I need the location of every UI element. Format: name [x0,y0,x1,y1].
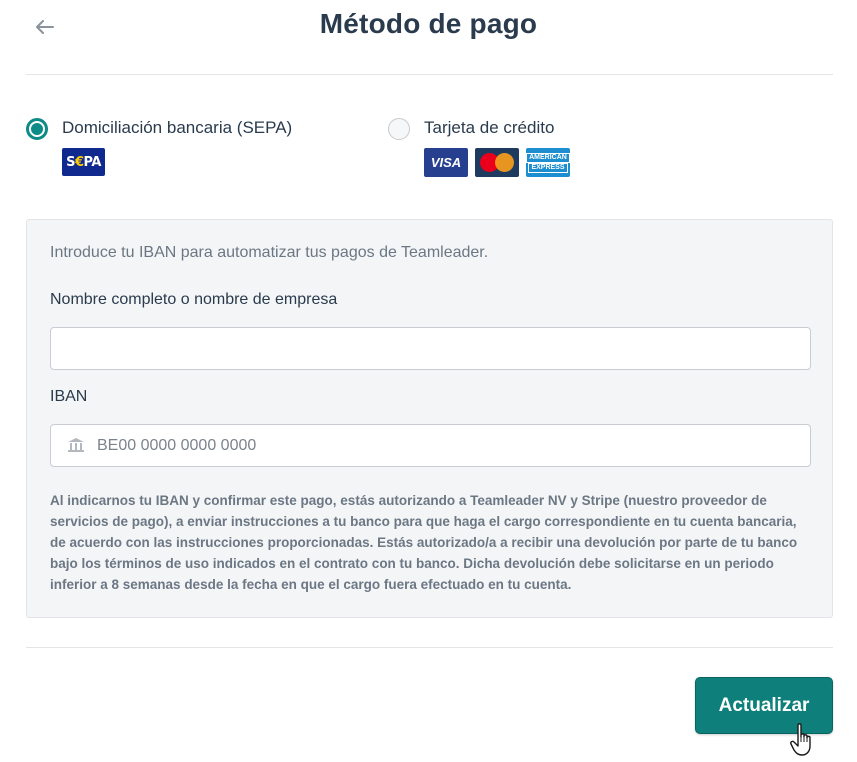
card-radio[interactable] [388,118,410,140]
bank-icon [68,438,84,452]
sepa-mandate-text: Al indicarnos tu IBAN y confirmar este p… [50,493,798,592]
visa-logo: VISA [424,148,468,177]
sepa-logo-prefix: S [66,154,75,170]
amex-logo-line1: AMERICAN [526,152,570,163]
sepa-label[interactable]: Domiciliación bancaria (SEPA) [62,116,292,140]
payment-option-card[interactable]: Tarjeta de crédito VISA AMERICAN EXPRESS [388,116,570,177]
name-field-label: Nombre completo o nombre de empresa [50,291,338,308]
sepa-radio[interactable] [26,118,48,140]
sepa-form-panel: Introduce tu IBAN para automatizar tus p… [26,219,833,618]
footer-divider [26,647,833,648]
sepa-logos: S € PA [62,148,292,176]
mastercard-logo [475,148,519,177]
payment-option-sepa[interactable]: Domiciliación bancaria (SEPA) S € PA [26,116,292,176]
sepa-logo-suffix: PA [83,154,102,170]
iban-field-label: IBAN [50,388,88,405]
card-logos: VISA AMERICAN EXPRESS [424,148,570,177]
iban-input[interactable] [50,424,811,467]
sepa-logo-euro: € [74,154,84,170]
hand-pointer-cursor-icon [790,723,811,756]
page-title: Método de pago [319,8,538,39]
amex-logo-line2: EXPRESS [528,162,568,173]
iban-field [50,424,811,467]
card-label[interactable]: Tarjeta de crédito [424,116,570,140]
name-input[interactable] [50,327,811,370]
header: Método de pago [0,0,857,56]
amex-logo: AMERICAN EXPRESS [526,148,570,177]
card-option-body: Tarjeta de crédito VISA AMERICAN EXPRESS [424,116,570,177]
sepa-logo: S € PA [62,148,105,176]
header-divider [26,74,833,75]
sepa-option-body: Domiciliación bancaria (SEPA) S € PA [62,116,292,176]
form-intro: Introduce tu IBAN para automatizar tus p… [50,244,489,261]
mastercard-orange-circle [495,153,514,172]
